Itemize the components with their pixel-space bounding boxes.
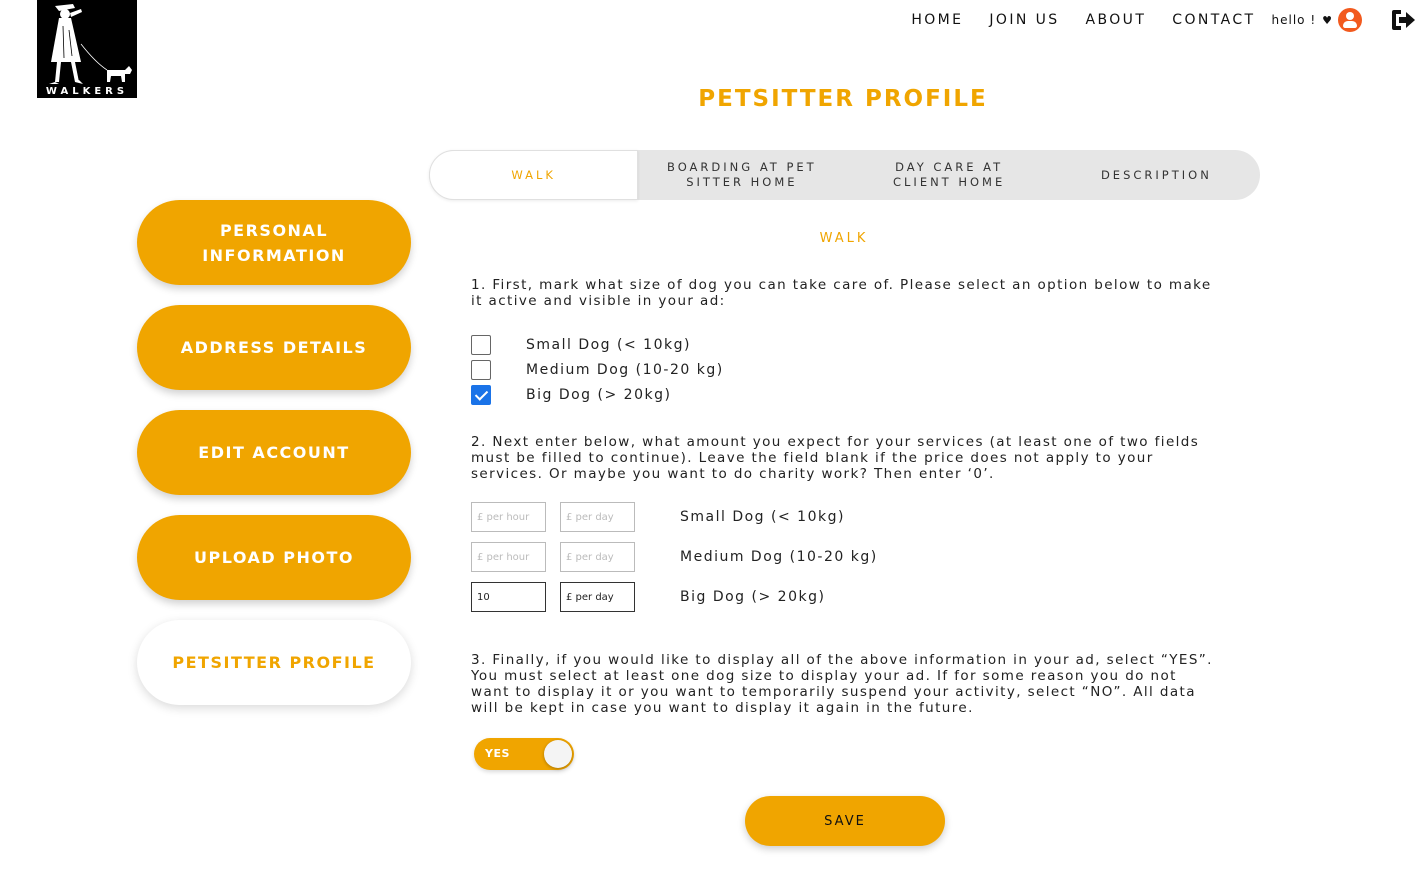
service-tabs: WALK BOARDING AT PET SITTER HOME DAY CAR… <box>429 150 1260 200</box>
step-1-text: 1. First, mark what size of dog you can … <box>471 277 1212 309</box>
sidebar-item-label: EDIT ACCOUNT <box>198 443 350 462</box>
walker-figure-icon <box>49 4 132 84</box>
sidebar-item-label: UPLOAD PHOTO <box>194 548 354 567</box>
small-dog-per-hour-input[interactable] <box>471 502 546 532</box>
dog-size-option-small: Small Dog (< 10kg) <box>471 335 691 355</box>
small-dog-checkbox[interactable] <box>471 335 491 355</box>
checkbox-label: Small Dog (< 10kg) <box>526 337 691 353</box>
nav-join-us-link[interactable]: JOIN US <box>989 12 1059 28</box>
price-row-label: Big Dog (> 20kg) <box>680 589 826 605</box>
sidebar-item-label: PETSITTER PROFILE <box>172 653 376 672</box>
tab-walk[interactable]: WALK <box>429 150 639 200</box>
sidebar-item-label: ADDRESS DETAILS <box>180 338 368 357</box>
medium-dog-checkbox[interactable] <box>471 360 491 380</box>
sidebar-item-edit-account[interactable]: EDIT ACCOUNT <box>137 410 411 495</box>
tab-day-care-at-client-home[interactable]: DAY CARE AT CLIENT HOME <box>846 150 1053 200</box>
price-row-small: Small Dog (< 10kg) <box>471 502 845 532</box>
price-row-label: Small Dog (< 10kg) <box>680 509 845 525</box>
section-title: WALK <box>819 231 869 246</box>
tab-description[interactable]: DESCRIPTION <box>1053 150 1260 200</box>
dog-size-option-medium: Medium Dog (10-20 kg) <box>471 360 724 380</box>
logo-text: WALKERS <box>45 86 129 97</box>
walkers-logo[interactable]: WALKERS <box>37 0 137 98</box>
price-row-big: Big Dog (> 20kg) <box>471 582 825 612</box>
medium-dog-per-day-input[interactable] <box>560 542 635 572</box>
price-row-label: Medium Dog (10-20 kg) <box>680 549 878 565</box>
heart-icon: ♥ <box>1322 13 1332 27</box>
nav-contact-link[interactable]: CONTACT <box>1172 12 1255 28</box>
tab-boarding-at-pet-sitter-home[interactable]: BOARDING AT PET SITTER HOME <box>638 150 845 200</box>
sidebar-item-upload-photo[interactable]: UPLOAD PHOTO <box>137 515 411 600</box>
big-dog-per-day-input[interactable] <box>560 582 635 612</box>
price-row-medium: Medium Dog (10-20 kg) <box>471 542 878 572</box>
checkbox-label: Medium Dog (10-20 kg) <box>526 362 724 378</box>
medium-dog-per-hour-input[interactable] <box>471 542 546 572</box>
display-ad-toggle[interactable]: YES <box>474 738 574 770</box>
big-dog-per-hour-input[interactable] <box>471 582 546 612</box>
sidebar-item-petsitter-profile[interactable]: PETSITTER PROFILE <box>137 620 411 705</box>
top-nav: HOME JOIN US ABOUT CONTACT hello ! ♥ <box>911 8 1416 32</box>
greeting-text: hello ! <box>1271 13 1317 27</box>
page-title: PETSITTER PROFILE <box>698 86 988 112</box>
step-3-text: 3. Finally, if you would like to display… <box>471 652 1213 716</box>
sidebar-item-personal-information[interactable]: PERSONAL INFORMATION <box>137 200 411 285</box>
sidebar-item-label: PERSONAL INFORMATION <box>202 220 346 265</box>
small-dog-per-day-input[interactable] <box>560 502 635 532</box>
toggle-label: YES <box>485 747 510 760</box>
nav-about-link[interactable]: ABOUT <box>1086 12 1147 28</box>
nav-home-link[interactable]: HOME <box>911 12 963 28</box>
user-circle-icon[interactable] <box>1338 8 1362 32</box>
sidebar-item-address-details[interactable]: ADDRESS DETAILS <box>137 305 411 390</box>
step-2-text: 2. Next enter below, what amount you exp… <box>471 434 1200 482</box>
checkbox-label: Big Dog (> 20kg) <box>526 387 672 403</box>
save-button[interactable]: SAVE <box>745 796 945 846</box>
dog-size-option-big: Big Dog (> 20kg) <box>471 385 671 405</box>
logout-icon[interactable] <box>1390 9 1416 31</box>
big-dog-checkbox[interactable] <box>471 385 491 405</box>
toggle-knob <box>544 740 572 768</box>
